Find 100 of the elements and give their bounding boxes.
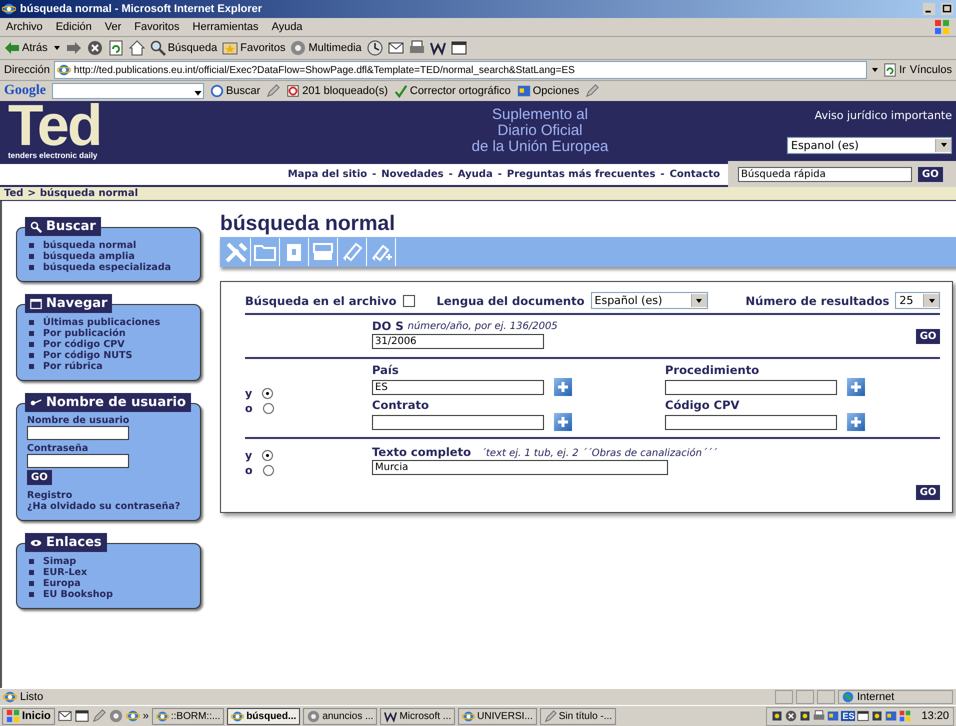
- sidebar-link[interactable]: Simap: [27, 556, 76, 567]
- google-search-button[interactable]: Buscar: [210, 84, 260, 98]
- legal-link[interactable]: Aviso jurídico importante: [814, 108, 952, 122]
- taskbar-button[interactable]: Sin título -...: [540, 708, 616, 724]
- archive-checkbox[interactable]: [402, 294, 415, 306]
- tray-icon[interactable]: [813, 710, 826, 722]
- language-indicator[interactable]: ES: [841, 711, 856, 721]
- tray-icon[interactable]: [857, 710, 870, 722]
- envelope-icon[interactable]: [388, 40, 404, 56]
- window-icon[interactable]: [74, 709, 89, 723]
- go-button[interactable]: GO: [916, 329, 940, 344]
- popup-blocker-button[interactable]: 201 bloqueado(s): [286, 84, 388, 98]
- stop-icon[interactable]: [86, 40, 103, 56]
- nav-link[interactable]: Novedades: [381, 169, 444, 180]
- google-logo[interactable]: Google: [4, 83, 46, 99]
- menu-item[interactable]: Ayuda: [272, 21, 303, 33]
- text-field[interactable]: [665, 414, 837, 430]
- sidebar-link[interactable]: búsqueda amplia: [27, 251, 135, 262]
- sidebar-link[interactable]: EUR-Lex: [27, 567, 88, 578]
- tray-icon[interactable]: [785, 710, 798, 722]
- nav-link[interactable]: Preguntas más frecuentes: [506, 169, 656, 180]
- sidebar-link[interactable]: Últimas publicaciones: [27, 317, 160, 328]
- text-field[interactable]: [372, 414, 544, 430]
- start-button[interactable]: Inicio: [2, 708, 55, 724]
- number-field[interactable]: 31/2006: [372, 334, 544, 349]
- login-button[interactable]: GO: [27, 470, 52, 485]
- taskbar-button[interactable]: ::BORM::...: [152, 708, 224, 724]
- tray-icon[interactable]: [871, 710, 884, 722]
- pencil-icon[interactable]: [92, 709, 106, 723]
- sidebar-link[interactable]: ¿Ha olvidado su contraseña?: [27, 501, 180, 512]
- sidebar-link[interactable]: búsqueda normal: [27, 240, 136, 251]
- options-button[interactable]: Opciones: [516, 84, 580, 98]
- language-select[interactable]: Espanol (es): [787, 136, 952, 154]
- radio-button[interactable]: [262, 465, 274, 476]
- username-field[interactable]: [27, 426, 129, 440]
- sidebar-link[interactable]: Por rúbrica: [27, 361, 103, 372]
- dropdown-icon[interactable]: [871, 66, 880, 74]
- go-button[interactable]: Ir: [883, 63, 906, 77]
- add-button[interactable]: [554, 378, 572, 396]
- pencil-icon[interactable]: [266, 84, 280, 98]
- w-icon[interactable]: [430, 40, 446, 56]
- password-field[interactable]: [27, 454, 129, 468]
- sidebar-link[interactable]: Registro: [27, 490, 72, 501]
- address-field[interactable]: http://ted.publications.eu.int/official/Exec?DataFlow=ShowPage.dfl&Template=TED/normal_search&StatLang=ES: [54, 61, 868, 79]
- taskbar-button[interactable]: búsqued...: [227, 708, 300, 724]
- sidebar-link[interactable]: Europa: [27, 578, 81, 589]
- radio-button[interactable]: [262, 403, 274, 414]
- clock-icon[interactable]: [366, 40, 383, 56]
- back-button[interactable]: Atrás: [4, 40, 48, 56]
- caret-icon[interactable]: [52, 44, 61, 52]
- taskbar-button[interactable]: UNIVERSI...: [458, 708, 537, 724]
- sidebar-link[interactable]: Por código CPV: [27, 339, 125, 350]
- forward-arrow-icon[interactable]: [66, 40, 82, 56]
- ted-logo[interactable]: Ted: [8, 101, 138, 151]
- google-search-field[interactable]: [52, 83, 204, 99]
- disc-icon[interactable]: [108, 709, 123, 723]
- add-button[interactable]: [847, 378, 865, 396]
- results-select[interactable]: 25: [895, 292, 940, 309]
- minimize-icon[interactable]: [922, 2, 936, 16]
- nav-link[interactable]: Ayuda: [458, 169, 493, 180]
- text-field[interactable]: ES: [372, 380, 544, 394]
- nav-link[interactable]: Contacto: [670, 169, 720, 180]
- menu-item[interactable]: Herramientas: [192, 21, 259, 33]
- refresh-icon[interactable]: [108, 40, 124, 56]
- search-button[interactable]: Búsqueda: [150, 40, 218, 56]
- sidebar-link[interactable]: Por publicación: [27, 328, 126, 339]
- favorites-button[interactable]: Favoritos: [222, 40, 286, 56]
- add-button[interactable]: [847, 413, 865, 431]
- menu-item[interactable]: Edición: [56, 21, 92, 33]
- add-button[interactable]: [554, 413, 572, 431]
- nav-link[interactable]: Mapa del sitio: [288, 169, 368, 180]
- taskbar-button[interactable]: Microsoft ...: [380, 708, 456, 724]
- menu-item[interactable]: Archivo: [6, 21, 43, 33]
- language-select[interactable]: Español (es): [590, 292, 708, 309]
- tray-icon[interactable]: [771, 710, 784, 722]
- breadcrumb-link[interactable]: Ted: [4, 188, 24, 199]
- tray-icon[interactable]: [799, 710, 812, 722]
- envelope-icon[interactable]: [58, 709, 72, 723]
- sidebar-link[interactable]: búsqueda especializada: [27, 262, 172, 273]
- more-button[interactable]: »: [142, 710, 149, 722]
- text-field[interactable]: [665, 380, 837, 394]
- menu-item[interactable]: Ver: [104, 21, 122, 33]
- radio-button[interactable]: [262, 388, 274, 399]
- taskbar-button[interactable]: anuncios ...: [303, 708, 378, 724]
- spell-check-button[interactable]: Corrector ortográfico: [394, 84, 511, 98]
- go-button[interactable]: GO: [918, 166, 943, 182]
- sidebar-link[interactable]: Por código NUTS: [27, 350, 132, 361]
- browser-icon[interactable]: [126, 709, 140, 723]
- printer-icon[interactable]: [408, 40, 425, 56]
- menu-item[interactable]: Favoritos: [134, 21, 180, 33]
- full-text-field[interactable]: Murcia: [372, 460, 668, 475]
- links-label[interactable]: Vínculos: [910, 64, 952, 76]
- media-button[interactable]: Multimedia: [290, 40, 362, 56]
- go-button[interactable]: GO: [916, 485, 940, 500]
- window-icon[interactable]: [450, 40, 467, 56]
- maximize-icon[interactable]: [940, 2, 954, 16]
- sidebar-link[interactable]: EU Bookshop: [27, 589, 113, 600]
- breadcrumb-link[interactable]: búsqueda normal: [40, 188, 138, 199]
- home-icon[interactable]: [128, 40, 145, 56]
- radio-button[interactable]: [262, 450, 274, 461]
